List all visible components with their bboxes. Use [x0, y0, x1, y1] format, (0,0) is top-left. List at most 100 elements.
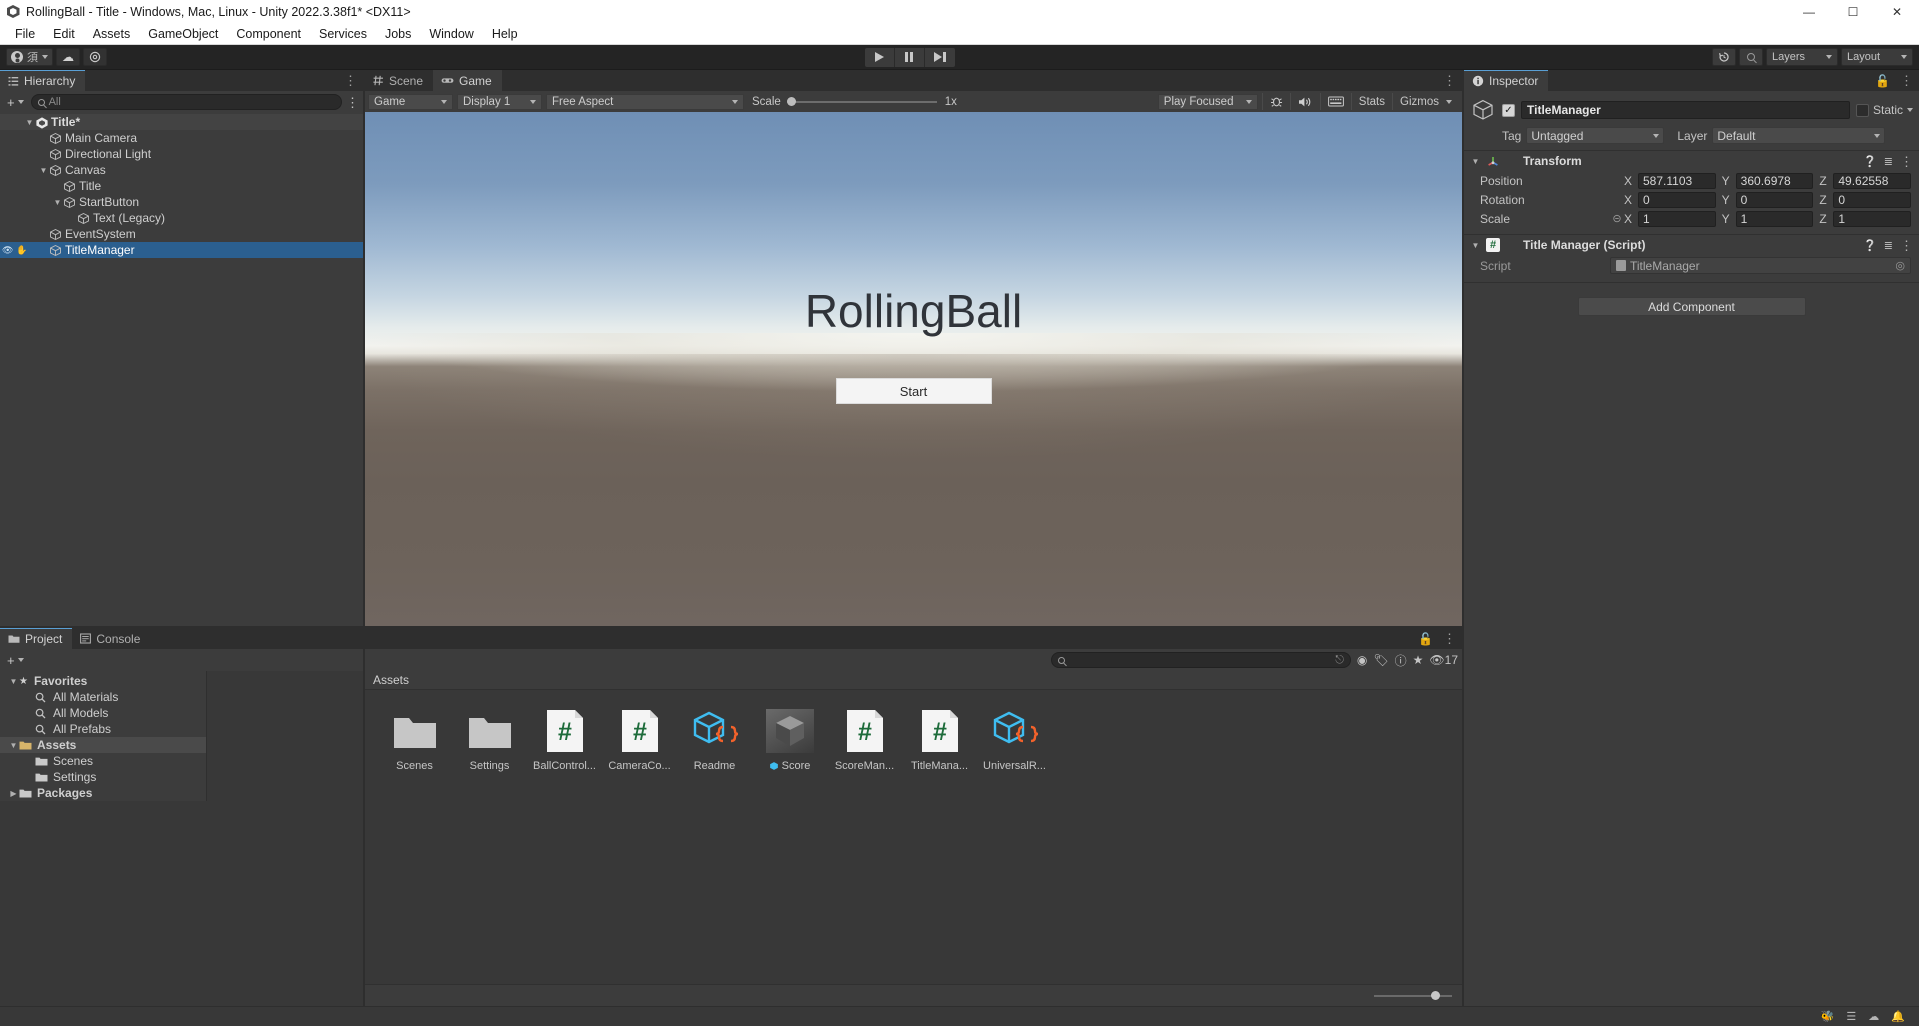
field-z-input[interactable]: 1	[1833, 211, 1911, 227]
hierarchy-item-main-camera[interactable]: Main Camera	[0, 130, 363, 146]
tab-scene[interactable]: Scene	[365, 70, 433, 91]
create-asset-button[interactable]: +	[4, 653, 27, 668]
step-button[interactable]	[925, 48, 955, 67]
asset-item[interactable]: Score	[752, 708, 827, 772]
filter-favorite-icon[interactable]: ★	[1413, 653, 1424, 667]
project-search-input[interactable]: ⎋	[1051, 652, 1351, 668]
menu-assets[interactable]: Assets	[84, 25, 140, 43]
preset-icon[interactable]: ≣	[1884, 155, 1893, 168]
eye-icon[interactable]: 👁	[2, 246, 13, 254]
hierarchy-item-canvas[interactable]: ▼Canvas	[0, 162, 363, 178]
hand-icon[interactable]: ✋	[16, 245, 27, 256]
help-icon[interactable]: ❔	[1863, 239, 1877, 252]
game-profiler-button[interactable]	[1262, 93, 1290, 110]
cloud-button[interactable]: ☁	[56, 48, 80, 66]
hierarchy-list-options-icon[interactable]: ⋮	[346, 96, 359, 109]
project-lock-icon[interactable]: 🔓	[1418, 632, 1433, 646]
hierarchy-item-text-legacy[interactable]: Text (Legacy)	[0, 210, 363, 226]
game-gizmos-button[interactable]: Gizmos	[1392, 93, 1459, 110]
asset-item[interactable]: #BallControl...	[527, 708, 602, 772]
field-x-input[interactable]: 587.1103	[1638, 173, 1716, 189]
preset-icon[interactable]: ≣	[1884, 239, 1893, 252]
menu-jobs[interactable]: Jobs	[376, 25, 420, 43]
component-header-script[interactable]: ▼ # Title Manager (Script) ❔ ≣ ⋮	[1464, 235, 1919, 255]
menu-services[interactable]: Services	[310, 25, 376, 43]
game-playmode-dropdown[interactable]: Play Focused	[1158, 94, 1258, 110]
tab-project[interactable]: Project	[0, 628, 72, 649]
hierarchy-search-input[interactable]: All	[31, 94, 342, 110]
static-toggle[interactable]: Static	[1856, 103, 1913, 117]
slider-knob[interactable]	[1431, 991, 1440, 1000]
tab-inspector[interactable]: Inspector	[1464, 70, 1548, 91]
gameobject-name-input[interactable]: TitleManager	[1521, 101, 1850, 119]
layout-dropdown[interactable]: Layout	[1841, 48, 1913, 66]
pause-button[interactable]	[895, 48, 925, 67]
project-tree-item-favorites[interactable]: ▼★Favorites	[0, 673, 206, 689]
game-aspect-dropdown[interactable]: Free Aspect	[546, 94, 744, 110]
project-tree-item-all-materials[interactable]: All Materials	[0, 689, 206, 705]
bug-icon[interactable]: 🐝	[1821, 1010, 1835, 1023]
static-checkbox[interactable]	[1856, 104, 1869, 117]
global-search-button[interactable]	[1739, 48, 1763, 66]
settings-button[interactable]	[83, 48, 107, 66]
asset-item[interactable]: Settings	[452, 708, 527, 772]
field-x-input[interactable]: 0	[1638, 192, 1716, 208]
tag-dropdown[interactable]: Untagged	[1526, 127, 1664, 144]
layers-icon[interactable]: ☰	[1846, 1010, 1856, 1023]
play-button[interactable]	[865, 48, 895, 67]
game-mute-button[interactable]	[1290, 93, 1320, 110]
chevron-down-icon[interactable]	[1907, 108, 1913, 112]
filter-warning-icon[interactable]: ⓘ	[1395, 652, 1407, 669]
filter-label-icon[interactable]: 🏷	[1373, 653, 1388, 667]
twisty-icon[interactable]: ▼	[24, 118, 35, 127]
hierarchy-item-title[interactable]: Title	[0, 178, 363, 194]
filter-type-icon[interactable]: ◉	[1357, 653, 1367, 667]
hierarchy-options-icon[interactable]: ⋮	[344, 74, 357, 87]
component-options-icon[interactable]: ⋮	[1900, 155, 1913, 168]
add-component-button[interactable]: Add Component	[1578, 297, 1806, 316]
inspector-options-icon[interactable]: ⋮	[1900, 74, 1913, 87]
asset-item[interactable]: Scenes	[377, 708, 452, 772]
project-tree-item-settings[interactable]: Settings	[0, 769, 206, 785]
game-view-render[interactable]: RollingBall Start	[365, 112, 1462, 626]
game-stats-toggle-icon-button[interactable]	[1320, 93, 1351, 110]
game-scale-slider[interactable]	[787, 101, 937, 103]
component-options-icon[interactable]: ⋮	[1900, 239, 1913, 252]
gameobject-enabled-checkbox[interactable]: ✓	[1502, 104, 1515, 117]
inspector-lock-icon[interactable]: 🔓	[1875, 74, 1890, 88]
field-x-input[interactable]: 1	[1638, 211, 1716, 227]
game-options-icon[interactable]: ⋮	[1443, 74, 1456, 87]
twisty-icon[interactable]: ▼	[52, 198, 63, 207]
account-button[interactable]: 須	[6, 48, 53, 66]
hierarchy-item-startbutton[interactable]: ▼StartButton	[0, 194, 363, 210]
slider-knob[interactable]	[787, 97, 796, 106]
twisty-icon[interactable]: ▼	[8, 741, 19, 750]
asset-item[interactable]: UniversalR...	[977, 708, 1052, 772]
layers-dropdown[interactable]: Layers	[1766, 48, 1838, 66]
asset-item[interactable]: Readme	[677, 708, 752, 772]
project-tree-item-all-models[interactable]: All Models	[0, 705, 206, 721]
bell-icon[interactable]: 🔔	[1891, 1010, 1905, 1023]
asset-item[interactable]: #TitleMana...	[902, 708, 977, 772]
project-options-icon[interactable]: ⋮	[1443, 632, 1456, 645]
asset-item[interactable]: #ScoreMan...	[827, 708, 902, 772]
tab-hierarchy[interactable]: Hierarchy	[0, 70, 85, 91]
visibility-toggles[interactable]: 👁✋	[2, 245, 27, 256]
close-button[interactable]: ✕	[1875, 0, 1919, 23]
field-z-input[interactable]: 49.62558	[1833, 173, 1911, 189]
project-tree-item-scenes[interactable]: Scenes	[0, 753, 206, 769]
script-object-field[interactable]: TitleManager ◎	[1610, 257, 1911, 274]
field-z-input[interactable]: 0	[1833, 192, 1911, 208]
object-picker-icon[interactable]: ◎	[1895, 259, 1905, 272]
history-button[interactable]	[1712, 48, 1736, 66]
hierarchy-item-directional-light[interactable]: Directional Light	[0, 146, 363, 162]
menu-edit[interactable]: Edit	[44, 25, 84, 43]
twisty-icon[interactable]: ▼	[38, 166, 49, 175]
hierarchy-item-eventsystem[interactable]: EventSystem	[0, 226, 363, 242]
menu-gameobject[interactable]: GameObject	[139, 25, 227, 43]
menu-component[interactable]: Component	[227, 25, 310, 43]
field-y-input[interactable]: 1	[1736, 211, 1814, 227]
asset-item[interactable]: #CameraCo...	[602, 708, 677, 772]
twisty-icon[interactable]: ▼	[8, 677, 19, 686]
minimize-button[interactable]: —	[1787, 0, 1831, 23]
